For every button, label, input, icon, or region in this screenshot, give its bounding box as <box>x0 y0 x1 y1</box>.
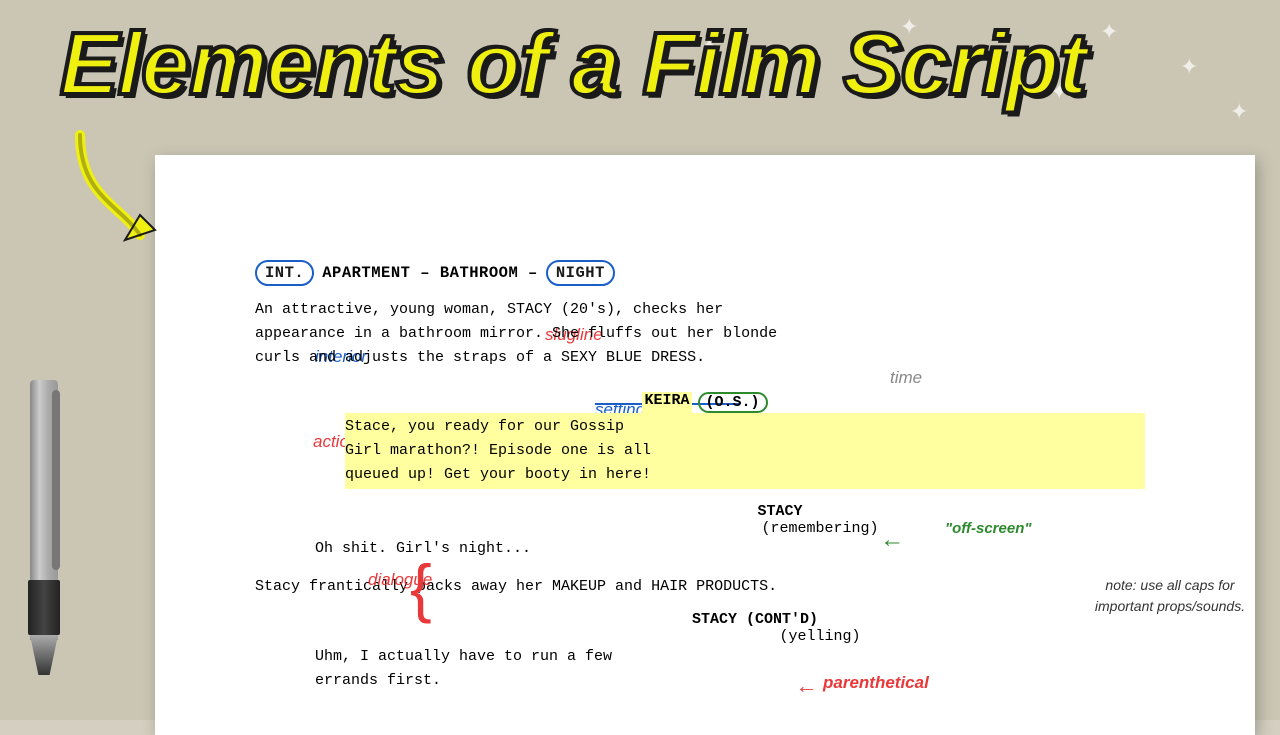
script-paper: interior slugline setting time action li… <box>155 155 1255 735</box>
slugline-night: NIGHT <box>546 260 615 286</box>
annotation-offscreen: "off-screen" <box>945 520 1031 537</box>
action2-text: Stacy frantically packs away her MAKEUP … <box>255 578 777 595</box>
os-tag: (O.S.) <box>698 392 768 413</box>
parenthetical-text: (remembering) <box>761 520 878 537</box>
slugline-int: INT. <box>255 260 314 286</box>
slugline-middle: APARTMENT – BATHROOM – <box>322 264 538 282</box>
pen-decoration <box>0 380 110 700</box>
parenthetical-arrow-icon: ← <box>800 675 813 700</box>
parenthetical2-line: (yelling) <box>405 628 1235 645</box>
dialogue1-text: Stace, you ready for our GossipGirl mara… <box>345 418 651 483</box>
annotation-parenthetical: parenthetical <box>823 673 929 693</box>
pen-grip <box>28 580 60 635</box>
script-inner: INT. APARTMENT – BATHROOM – NIGHT An att… <box>255 205 1235 725</box>
title-container: Elements of a Film Script <box>60 20 1220 108</box>
dialogue3-block: Uhm, I actually have to run a fewerrands… <box>315 645 1135 693</box>
character3-line: STACY (CONT'D) <box>355 611 1155 628</box>
character1-line: KEIRA (O.S.) <box>255 392 1155 413</box>
dialogue2-block: Oh shit. Girl's night... <box>315 537 1135 561</box>
pen-clip <box>52 390 60 570</box>
dialogue3-text: Uhm, I actually have to run a fewerrands… <box>315 648 612 689</box>
slugline-line: INT. APARTMENT – BATHROOM – NIGHT <box>255 260 1235 286</box>
offscreen-arrow-icon: ← <box>885 528 899 555</box>
character1-name: KEIRA <box>642 392 691 413</box>
annotation-dialogue: dialogue <box>368 570 432 590</box>
dialogue1-block: Stace, you ready for our GossipGirl mara… <box>345 413 1145 489</box>
parenthetical2-text: (yelling) <box>779 628 860 645</box>
parenthetical-line: (remembering) <box>405 520 1235 537</box>
action-text: An attractive, young woman, STACY (20's)… <box>255 301 777 366</box>
arrow-icon <box>60 115 160 245</box>
character2-line: STACY <box>405 503 1155 520</box>
page-title: Elements of a Film Script <box>60 14 1086 113</box>
character3-name: STACY (CONT'D) <box>692 611 818 628</box>
star-decoration: ✦ <box>1230 100 1248 126</box>
character2-name: STACY <box>757 503 802 520</box>
annotation-note: note: use all caps for important props/s… <box>1085 575 1255 617</box>
action-block: An attractive, young woman, STACY (20's)… <box>255 298 1235 370</box>
pen-tip <box>30 635 58 675</box>
